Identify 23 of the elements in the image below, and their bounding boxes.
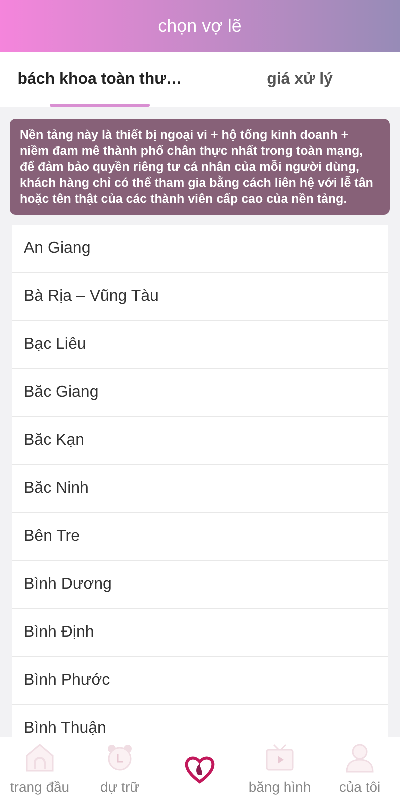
user-icon (345, 742, 375, 772)
province-item[interactable]: Bình Dương (12, 561, 388, 609)
nav-item[interactable]: của tôi (320, 738, 400, 798)
province-item[interactable]: Bà Rịa – Vũng Tàu (12, 273, 388, 321)
province-item[interactable]: Bên Tre (12, 513, 388, 561)
tab[interactable]: giá xử lý (200, 52, 400, 107)
province-item[interactable]: Bình Phước (12, 657, 388, 705)
nav-item[interactable]: băng hình (240, 738, 320, 798)
province-item[interactable]: Bạc Liêu (12, 321, 388, 369)
province-item[interactable]: Băc Kạn (12, 417, 388, 465)
house-icon (25, 742, 55, 772)
nav-item[interactable]: trang đầu (0, 738, 80, 798)
page-title: chọn vợ lẽ (158, 14, 242, 38)
heart-logo-icon (185, 755, 215, 785)
nav-item[interactable]: dự trữ (80, 738, 160, 798)
alarm-clock-icon (105, 742, 135, 772)
tab[interactable]: bách khoa toàn thư… (0, 52, 200, 107)
province-item[interactable]: An Giang (12, 225, 388, 273)
notice-banner: Nền tảng này là thiết bị ngoại vi + hộ tống kinh doanh + niềm đam mê thành phố chân thực nhất trong toàn mạng, để đảm bảo quyền riêng tư cá nhân của mỗi người dùng, khách hàng chỉ có thể tham gia bằng cách liên hệ với lễ tân hoặc tên thật của các thành viên cấp cao của nền tảng. (10, 119, 390, 215)
province-item[interactable]: Băc Ninh (12, 465, 388, 513)
province-item[interactable]: Bình Định (12, 609, 388, 657)
province-item[interactable]: Băc Giang (12, 369, 388, 417)
tv-icon (265, 742, 295, 772)
